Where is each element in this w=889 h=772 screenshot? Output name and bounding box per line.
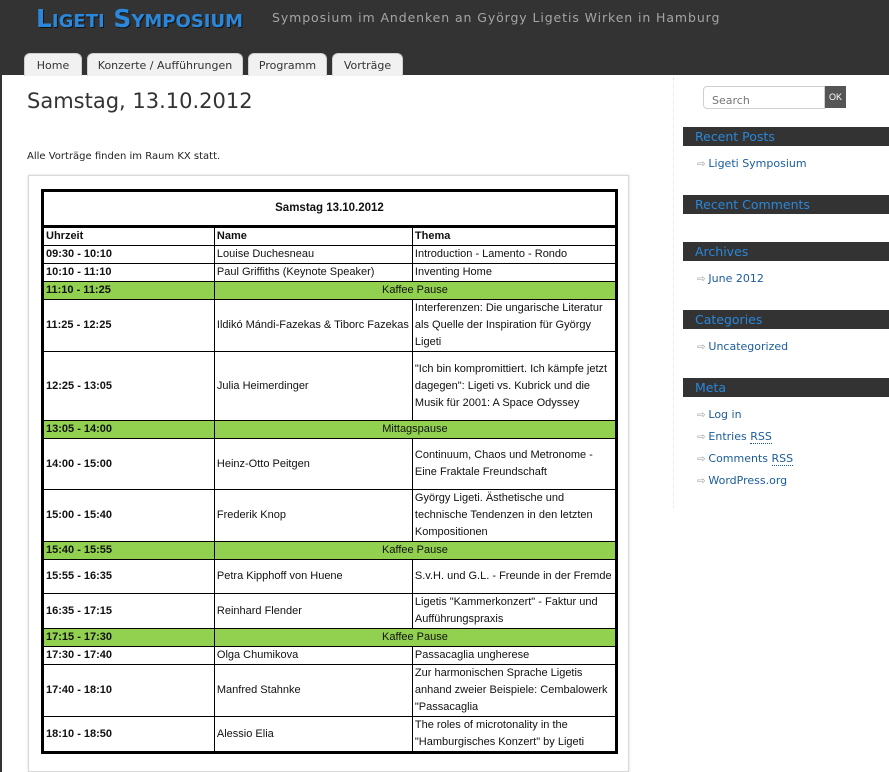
table-row: 18:10 - 18:50 Alessio Elia The roles of mi… xyxy=(42,716,618,753)
time-cell: 12:25 - 13:05 xyxy=(42,351,215,421)
tab-vortraege[interactable]: Vorträge xyxy=(332,53,403,76)
schedule-caption: Samstag 13.10.2012 xyxy=(42,190,617,228)
schedule-table: Samstag 13.10.2012 Uhrzeit Name Thema 09:30 … xyxy=(41,189,618,754)
speaker-cell: Paul Griffiths (Keynote Speaker) xyxy=(213,263,413,282)
search-input[interactable] xyxy=(703,86,825,109)
table-row-pause: 15:40 - 15:55 Kaffee Pause xyxy=(42,541,618,560)
widget-title-archives: Archives xyxy=(683,242,889,261)
rss-abbr[interactable]: RSS xyxy=(771,452,794,466)
time-cell: 13:05 - 14:00 xyxy=(42,420,215,439)
rss-abbr[interactable]: RSS xyxy=(750,430,772,444)
topic-cell: Interferenzen: Die ungarische Literatur … xyxy=(411,299,618,352)
speaker-cell: Olga Chumikova xyxy=(213,646,413,665)
time-cell: 14:00 - 15:00 xyxy=(42,438,215,490)
speaker-cell: Ildikó Mándi-Fazekas & Tiborc Fazekas xyxy=(213,299,413,352)
speaker-cell: Manfred Stahnke xyxy=(213,664,413,717)
meta-link-wordpress[interactable]: ⇨ WordPress.org xyxy=(697,474,787,487)
speaker-cell: Heinz-Otto Peitgen xyxy=(213,438,413,490)
topic-cell: Introduction - Lamento - Rondo xyxy=(411,245,618,264)
table-row-pause: 17:15 - 17:30 Kaffee Pause xyxy=(42,628,618,647)
meta-link-comments-rss[interactable]: ⇨ Comments RSS xyxy=(697,452,794,466)
time-cell: 17:30 - 17:40 xyxy=(42,646,215,665)
arrow-icon: ⇨ xyxy=(697,159,706,170)
topic-cell: The roles of microtonality in the "Hambu… xyxy=(411,716,618,753)
table-row: 15:00 - 15:40 Frederik Knop György Ligeti.… xyxy=(42,489,618,542)
topic-cell: Zur harmonischen Sprache Ligetis anhand … xyxy=(411,664,618,717)
arrow-icon: ⇨ xyxy=(697,432,706,443)
table-row: 16:35 - 17:15 Reinhard Flender Ligetis "Ka… xyxy=(42,593,618,629)
topic-cell: Continuum, Chaos und Metronome - Eine Fr… xyxy=(411,438,618,490)
site-description: Symposium im Andenken an György Ligetis … xyxy=(272,10,721,25)
time-cell: 16:35 - 17:15 xyxy=(42,593,215,629)
recent-post-link[interactable]: ⇨ Ligeti Symposium xyxy=(697,157,807,170)
time-cell: 11:25 - 12:25 xyxy=(42,299,215,352)
tab-home[interactable]: Home xyxy=(24,53,82,76)
time-cell: 15:00 - 15:40 xyxy=(42,489,215,542)
time-cell: 17:15 - 17:30 xyxy=(42,628,215,647)
arrow-icon: ⇨ xyxy=(697,476,706,487)
speaker-cell: Reinhard Flender xyxy=(213,593,413,629)
widget-title-recent-comments: Recent Comments xyxy=(683,195,889,214)
topic-cell: "Ich bin kompromittiert. Ich kämpfe jetz… xyxy=(411,351,618,421)
table-row: 09:30 - 10:10 Louise Duchesneau Introducti… xyxy=(42,245,618,264)
site-title[interactable]: Ligeti Symposium xyxy=(36,4,243,33)
speaker-cell: Julia Heimerdinger xyxy=(213,351,413,421)
topic-cell: György Ligeti. Ästhetische und technisch… xyxy=(411,489,618,542)
topic-cell: S.v.H. und G.L. - Freunde in der Fremde xyxy=(411,559,618,594)
time-cell: 17:40 - 18:10 xyxy=(42,664,215,717)
time-cell: 09:30 - 10:10 xyxy=(42,245,215,264)
arrow-icon: ⇨ xyxy=(697,342,706,353)
table-row-pause: 11:10 - 11:25 Kaffee Pause xyxy=(42,281,618,300)
table-row: 10:10 - 11:10 Paul Griffiths (Keynote Spe… xyxy=(42,263,618,282)
schedule-column-header: Name xyxy=(213,226,413,246)
table-row-pause: 13:05 - 14:00 Mittagspause xyxy=(42,420,618,439)
table-row: 14:00 - 15:00 Heinz-Otto Peitgen Continuum… xyxy=(42,438,618,490)
table-row: 17:30 - 17:40 Olga Chumikova Passacaglia u… xyxy=(42,646,618,665)
arrow-icon: ⇨ xyxy=(697,274,706,285)
widget-title-categories: Categories xyxy=(683,310,889,329)
meta-link-entries-rss[interactable]: ⇨ Entries RSS xyxy=(697,430,772,444)
meta-link-login[interactable]: ⇨ Log in xyxy=(697,408,742,421)
pause-label: Kaffee Pause xyxy=(213,541,618,560)
pause-label: Mittagspause xyxy=(213,420,618,439)
archive-link[interactable]: ⇨ June 2012 xyxy=(697,272,764,285)
speaker-cell: Frederik Knop xyxy=(213,489,413,542)
speaker-cell: Alessio Elia xyxy=(213,716,413,753)
topic-cell: Ligetis "Kammerkonzert" - Faktur und Auf… xyxy=(411,593,618,629)
time-cell: 18:10 - 18:50 xyxy=(42,716,215,753)
table-row: 12:25 - 13:05 Julia Heimerdinger "Ich bin … xyxy=(42,351,618,421)
intro-text: Alle Vorträge finden im Raum KX statt. xyxy=(27,151,221,162)
search-button[interactable]: OK xyxy=(825,86,846,108)
table-row: 17:40 - 18:10 Manfred Stahnke Zur harmonis… xyxy=(42,664,618,717)
topic-cell: Passacaglia ungherese xyxy=(411,646,618,665)
table-row: 15:55 - 16:35 Petra Kipphoff von Huene S.v… xyxy=(42,559,618,594)
time-cell: 15:55 - 16:35 xyxy=(42,559,215,594)
tab-konzerte[interactable]: Konzerte / Aufführungen xyxy=(87,53,243,76)
time-cell: 11:10 - 11:25 xyxy=(42,281,215,300)
category-link[interactable]: ⇨ Uncategorized xyxy=(697,340,788,353)
speaker-cell: Petra Kipphoff von Huene xyxy=(213,559,413,594)
speaker-cell: Louise Duchesneau xyxy=(213,245,413,264)
schedule-column-header: Uhrzeit xyxy=(42,226,215,246)
sidebar-divider xyxy=(673,78,674,508)
widget-title-recent-posts: Recent Posts xyxy=(683,127,889,146)
widget-title-meta: Meta xyxy=(683,378,889,397)
schedule-column-header: Thema xyxy=(411,226,618,246)
arrow-icon: ⇨ xyxy=(697,410,706,421)
topic-cell: Inventing Home xyxy=(411,263,618,282)
arrow-icon: ⇨ xyxy=(697,454,706,465)
page-title: Samstag, 13.10.2012 xyxy=(27,89,253,113)
table-row: 11:25 - 12:25 Ildikó Mándi-Fazekas & Tibo… xyxy=(42,299,618,352)
time-cell: 15:40 - 15:55 xyxy=(42,541,215,560)
time-cell: 10:10 - 11:10 xyxy=(42,263,215,282)
pause-label: Kaffee Pause xyxy=(213,281,618,300)
pause-label: Kaffee Pause xyxy=(213,628,618,647)
tab-programm[interactable]: Programm xyxy=(248,53,327,76)
